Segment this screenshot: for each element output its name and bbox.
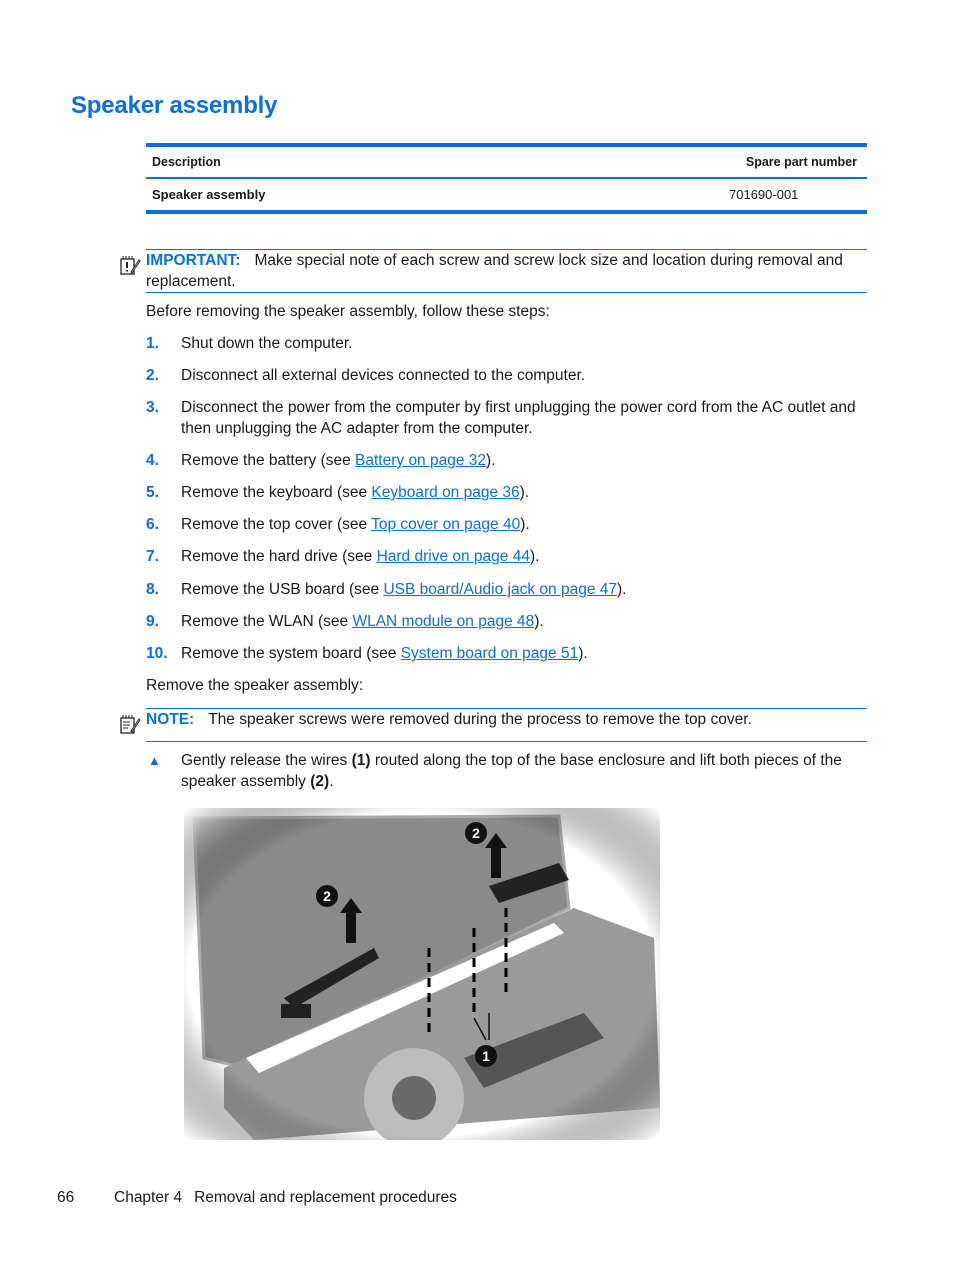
step-text-prefix: Remove the battery (see bbox=[181, 452, 356, 469]
keyboard-link[interactable]: Keyboard on page 36 bbox=[371, 484, 519, 501]
step-text-prefix: Remove the USB board (see bbox=[181, 581, 384, 598]
step-text-prefix: Remove the WLAN (see bbox=[181, 613, 353, 630]
step-text-suffix: ). bbox=[519, 484, 530, 501]
step-text-prefix: Remove the system board (see bbox=[181, 645, 401, 662]
spare-parts-table: Description Spare part number Speaker as… bbox=[146, 143, 867, 214]
step-text: Disconnect the power from the computer b… bbox=[181, 399, 856, 437]
step-number: 7. bbox=[146, 548, 159, 565]
step-number: 4. bbox=[146, 452, 159, 469]
step-number: 2. bbox=[146, 367, 159, 384]
step-text-suffix: ). bbox=[486, 452, 496, 469]
step-text-suffix: ). bbox=[534, 613, 544, 630]
usb-board-link[interactable]: USB board/Audio jack on page 47 bbox=[383, 581, 617, 598]
intro-text: Before removing the speaker assembly, fo… bbox=[146, 303, 550, 320]
battery-link[interactable]: Battery on page 32 bbox=[355, 452, 486, 469]
system-board-link[interactable]: System board on page 51 bbox=[401, 645, 579, 662]
step-number: 6. bbox=[146, 516, 159, 533]
step-number: 3. bbox=[146, 399, 159, 416]
cell-spare-part-number: 701690-001 bbox=[729, 187, 799, 202]
page-number: 66 bbox=[57, 1189, 75, 1206]
instruction-part: Gently release the wires bbox=[181, 752, 352, 769]
important-label: IMPORTANT: bbox=[146, 252, 241, 269]
top-cover-link[interactable]: Top cover on page 40 bbox=[371, 516, 520, 533]
instruction-part: . bbox=[329, 773, 334, 790]
note-text: The speaker screws were removed during t… bbox=[208, 711, 752, 728]
step-text: Remove the WLAN (see WLAN module on page… bbox=[181, 611, 871, 632]
table-header-row: Description Spare part number bbox=[146, 147, 867, 179]
important-note-icon bbox=[120, 256, 141, 275]
chapter-footer: Chapter 4 Removal and replacement procedu… bbox=[114, 1189, 457, 1207]
chapter-title: Removal and replacement procedures bbox=[194, 1189, 457, 1206]
step-text: Remove the keyboard (see Keyboard on pag… bbox=[181, 482, 871, 503]
step-text-suffix: ). bbox=[578, 645, 588, 662]
step-text: Shut down the computer. bbox=[181, 335, 353, 352]
column-header-spare-part-number: Spare part number bbox=[745, 155, 857, 169]
important-text: Make special note of each screw and scre… bbox=[146, 252, 843, 290]
step-text-prefix: Remove the keyboard (see bbox=[181, 484, 372, 501]
remove-heading: Remove the speaker assembly: bbox=[146, 677, 364, 694]
step-text: Remove the USB board (see USB board/Audi… bbox=[181, 579, 871, 600]
cell-description: Speaker assembly bbox=[152, 187, 266, 202]
step-text: Remove the top cover (see Top cover on p… bbox=[181, 514, 871, 535]
note-icon bbox=[120, 715, 141, 734]
triangle-bullet-icon: ▲ bbox=[148, 753, 161, 768]
step-number: 8. bbox=[146, 581, 159, 598]
section-title: Speaker assembly bbox=[71, 92, 278, 119]
column-header-description: Description bbox=[152, 155, 221, 169]
important-note: IMPORTANT: Make special note of each scre… bbox=[120, 249, 867, 293]
step-text: Remove the hard drive (see Hard drive on… bbox=[181, 546, 871, 567]
step-number: 9. bbox=[146, 613, 159, 630]
chapter-label: Chapter 4 bbox=[114, 1189, 183, 1206]
callout-ref: (2) bbox=[310, 773, 330, 790]
step-text: Remove the battery (see Battery on page … bbox=[181, 450, 871, 471]
note: NOTE: The speaker screws were removed dur… bbox=[120, 708, 867, 742]
instruction-text: Gently release the wires (1) routed alon… bbox=[181, 750, 871, 792]
step-text-suffix: ). bbox=[529, 548, 540, 565]
hard-drive-link[interactable]: Hard drive on page 44 bbox=[377, 548, 530, 565]
note-label: NOTE: bbox=[146, 711, 195, 728]
step-number: 1. bbox=[146, 335, 159, 352]
step-text-suffix: ). bbox=[520, 516, 530, 533]
step-text-suffix: ). bbox=[617, 581, 627, 598]
step-text: Disconnect all external devices connecte… bbox=[181, 367, 586, 384]
table-row: Speaker assembly 701690-001 bbox=[146, 179, 867, 210]
step-number: 10. bbox=[146, 645, 168, 662]
wlan-module-link[interactable]: WLAN module on page 48 bbox=[352, 613, 534, 630]
step-text-prefix: Remove the hard drive (see bbox=[181, 548, 377, 565]
speaker-removal-illustration: 2 2 1 bbox=[184, 808, 660, 1140]
step-number: 5. bbox=[146, 484, 159, 501]
callout-ref: (1) bbox=[351, 752, 371, 769]
step-text: Remove the system board (see System boar… bbox=[181, 643, 871, 664]
step-text-prefix: Remove the top cover (see bbox=[181, 516, 372, 533]
